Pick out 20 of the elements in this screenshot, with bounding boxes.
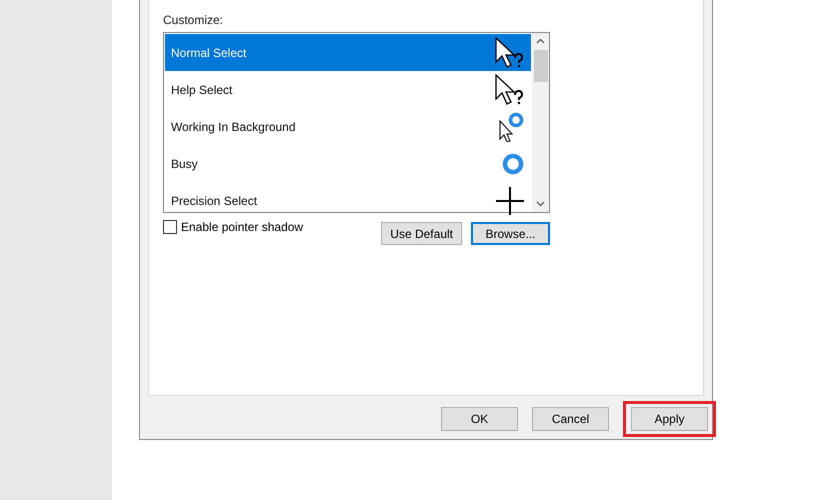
cursor-list-item[interactable]: Busy xyxy=(165,145,531,182)
browse-button[interactable]: Browse... xyxy=(471,222,550,245)
scrollbar-thumb[interactable] xyxy=(534,50,548,82)
dialog-button[interactable]: OK xyxy=(441,407,518,431)
help-pointer-icon xyxy=(493,36,525,68)
dialog-button[interactable]: Apply xyxy=(631,407,708,431)
help-pointer-icon xyxy=(493,74,525,106)
shadow-checkbox-label[interactable]: Enable pointer shadow xyxy=(181,220,304,234)
scrollbar[interactable] xyxy=(532,33,549,212)
shadow-checkbox[interactable] xyxy=(163,220,177,234)
cursor-list-item[interactable]: Help Select xyxy=(165,71,531,108)
dialog-button[interactable]: Cancel xyxy=(532,407,609,431)
busy-pointer-icon xyxy=(497,112,525,142)
cursor-list-item[interactable]: Normal Select xyxy=(165,34,531,71)
cursor-list-item[interactable]: Working In Background xyxy=(165,108,531,145)
customize-label: Customize: xyxy=(163,13,224,27)
use-default-button[interactable]: Use Default xyxy=(381,222,462,245)
busy-ring-icon xyxy=(501,152,525,176)
crosshair-icon xyxy=(495,186,525,216)
cursor-list[interactable]: Normal Select Help Select Working In Background Busy Precision Select xyxy=(163,32,550,213)
